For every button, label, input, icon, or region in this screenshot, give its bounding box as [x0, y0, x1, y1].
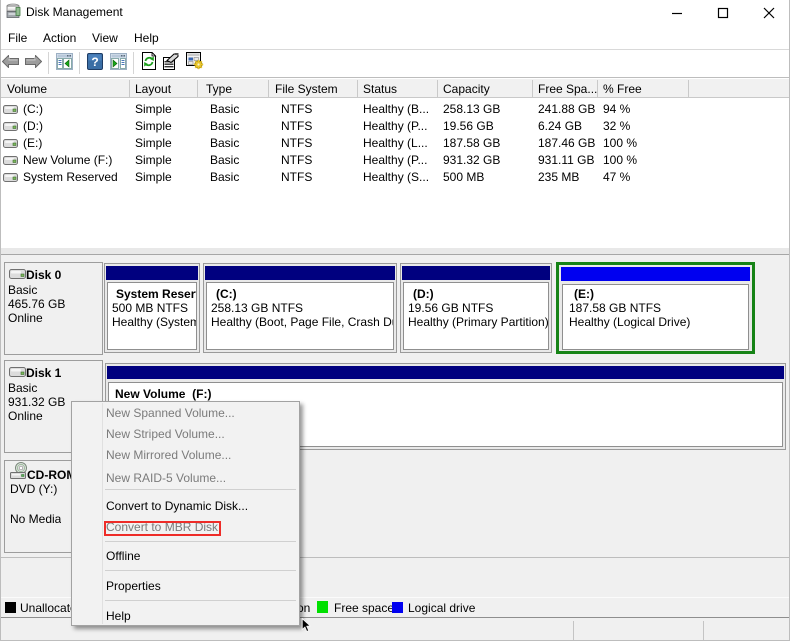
- svg-text:?: ?: [91, 55, 98, 69]
